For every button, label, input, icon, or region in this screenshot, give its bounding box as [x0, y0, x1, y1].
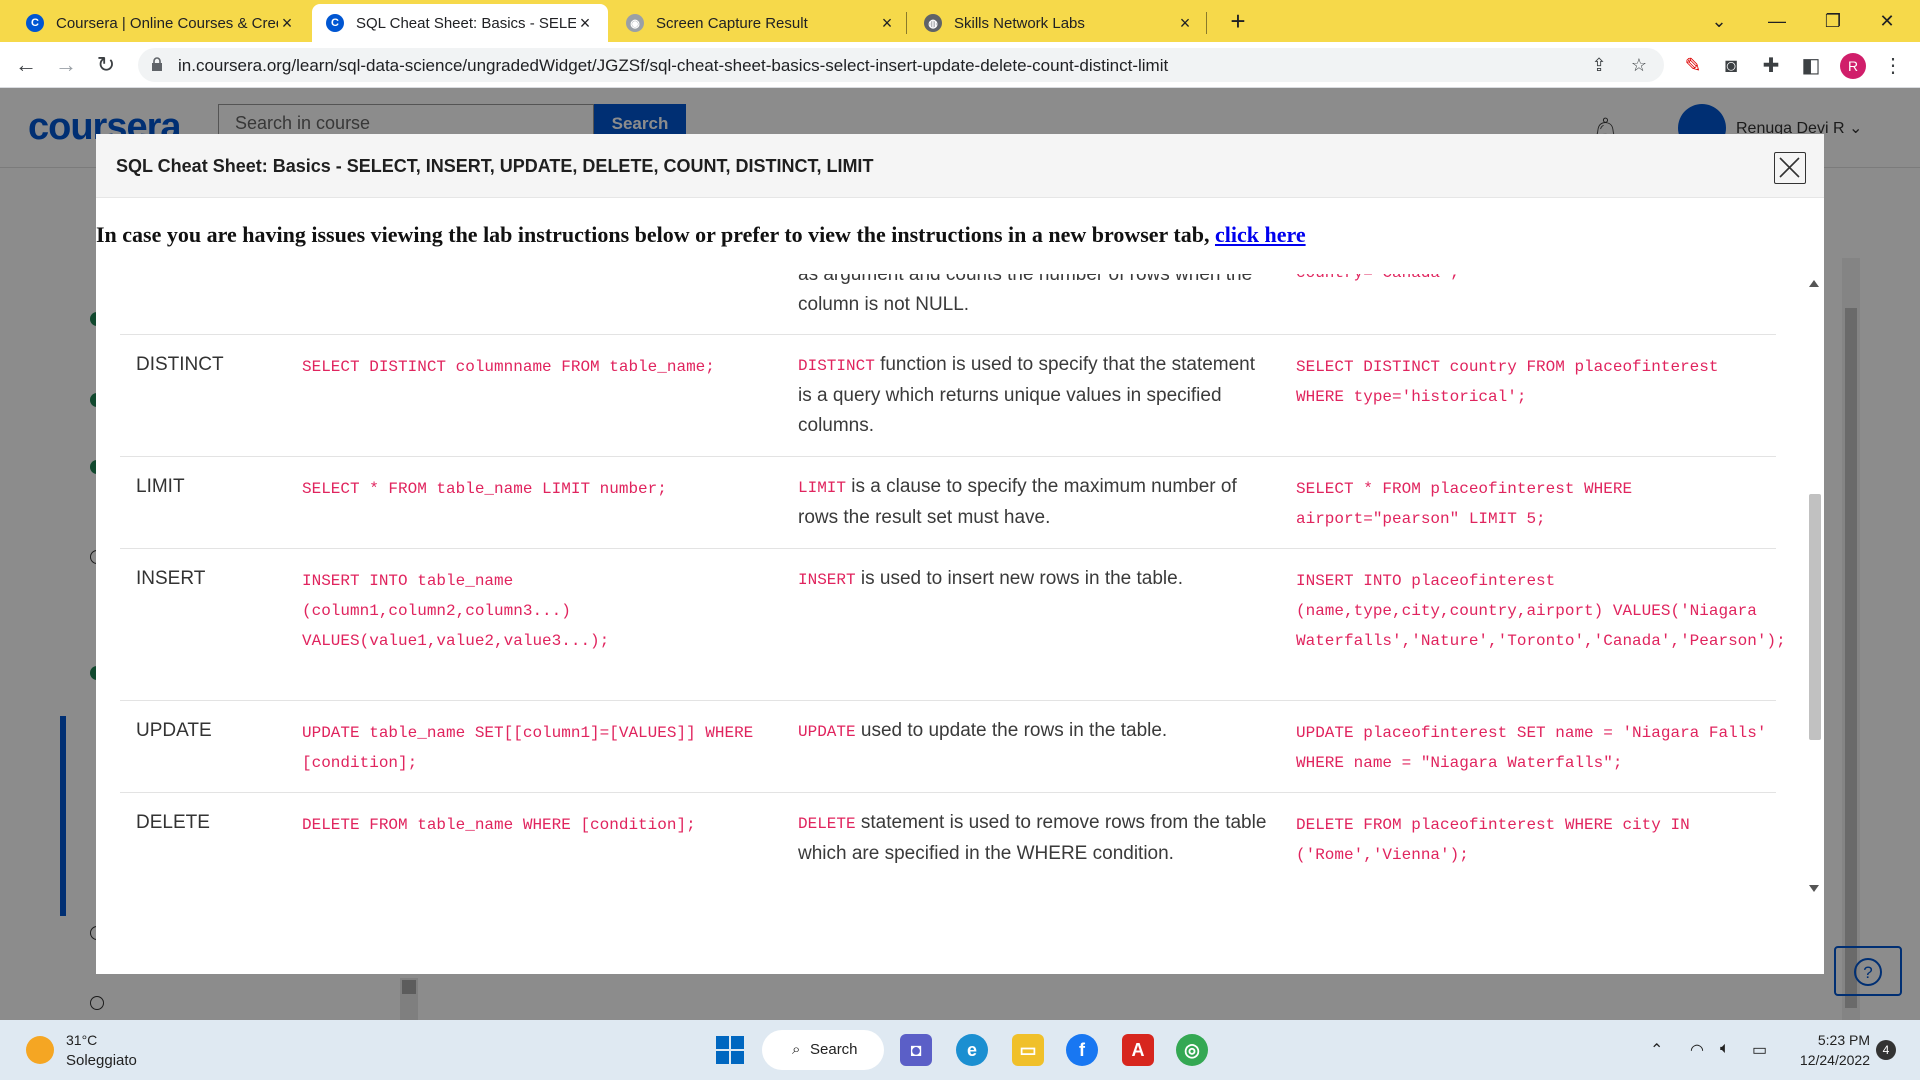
file-explorer-icon[interactable]: ▭: [1012, 1034, 1044, 1066]
tab-title: SQL Cheat Sheet: Basics - SELECT: [356, 14, 576, 32]
windows-start-icon[interactable]: [716, 1036, 744, 1064]
taskbar-clock[interactable]: 5:23 PM 12/24/2022: [1790, 1030, 1870, 1070]
reload-icon[interactable]: ↻: [90, 49, 122, 81]
scroll-up-icon[interactable]: [1809, 280, 1819, 287]
url-text: in.coursera.org/learn/sql-data-science/u…: [178, 56, 1169, 75]
camera-icon: ◉: [626, 14, 644, 32]
facebook-icon[interactable]: f: [1066, 1034, 1098, 1066]
row-description: DISTINCT function is used to specify tha…: [798, 354, 1256, 436]
edge-icon[interactable]: e: [956, 1034, 988, 1066]
notification-badge[interactable]: 4: [1876, 1040, 1896, 1060]
minimize-button[interactable]: —: [1754, 4, 1800, 38]
row-divider: [120, 700, 1776, 701]
lab-modal: SQL Cheat Sheet: Basics - SELECT, INSERT…: [96, 134, 1824, 974]
lock-icon: [152, 57, 162, 71]
scroll-down-icon[interactable]: [1809, 885, 1819, 892]
coursera-icon: C: [326, 14, 344, 32]
share-icon[interactable]: ⇪: [1588, 55, 1610, 77]
tab-title: Skills Network Labs: [954, 14, 1085, 32]
row-syntax: UPDATE table_name SET[[column1]=[VALUES]…: [302, 724, 763, 772]
weather-sun-icon[interactable]: [26, 1036, 54, 1064]
row-description: UPDATE used to update the rows in the ta…: [798, 720, 1168, 741]
clock-time: 5:23 PM: [1817, 1032, 1870, 1048]
close-icon[interactable]: ×: [878, 13, 896, 34]
row-syntax: SELECT * FROM table_name LIMIT number;: [302, 480, 667, 498]
row-divider: [120, 548, 1776, 549]
row-example: SELECT * FROM placeofinterest WHERE airp…: [1296, 480, 1642, 528]
row-command: UPDATE: [136, 720, 212, 741]
scrollbar-thumb[interactable]: [1809, 494, 1821, 740]
address-bar[interactable]: in.coursera.org/learn/sql-data-science/u…: [138, 48, 1664, 82]
modal-close-button[interactable]: [1774, 152, 1806, 184]
frame-scrollbar[interactable]: [1806, 274, 1822, 898]
tab-skills-network[interactable]: ◍ Skills Network Labs ×: [910, 4, 1208, 42]
tab-separator: [1206, 12, 1207, 34]
clock-date: 12/24/2022: [1799, 1052, 1870, 1068]
new-tab-button[interactable]: +: [1222, 6, 1254, 38]
row-command: LIMIT: [136, 476, 185, 497]
row-description: as argument and counts the number of row…: [798, 274, 1253, 315]
windows-taskbar: 31°C Soleggiato ⌕ Search ◘ e ▭ f A ◎ ⌃ ◠ …: [0, 1020, 1920, 1080]
weather-description[interactable]: Soleggiato: [66, 1052, 137, 1069]
tab-separator: [906, 12, 907, 34]
tab-title: Coursera | Online Courses & Cred: [56, 14, 278, 32]
camera-extension-icon[interactable]: ◙: [1718, 53, 1744, 79]
profile-avatar[interactable]: R: [1840, 53, 1866, 79]
row-syntax: SELECT DISTINCT columnname FROM table_na…: [302, 358, 715, 376]
bookmark-star-icon[interactable]: ☆: [1628, 55, 1650, 77]
tab-search-icon[interactable]: ⌄: [1696, 4, 1742, 38]
battery-icon[interactable]: ▭: [1752, 1040, 1767, 1060]
tab-coursera-home[interactable]: C Coursera | Online Courses & Cred ×: [12, 4, 310, 42]
volume-icon[interactable]: 🔈︎: [1720, 1040, 1730, 1058]
browser-toolbar: ← → ↻ in.coursera.org/learn/sql-data-sci…: [0, 42, 1920, 88]
row-description: LIMIT is a clause to specify the maximum…: [798, 476, 1237, 528]
row-syntax: DELETE FROM table_name WHERE [condition]…: [302, 816, 696, 834]
row-divider: [120, 334, 1776, 335]
row-example: DELETE FROM placeofinterest WHERE city I…: [1296, 816, 1700, 864]
back-icon[interactable]: ←: [10, 49, 42, 81]
row-divider: [120, 456, 1776, 457]
close-icon: [1779, 157, 1800, 178]
row-syntax: INSERT INTO table_name (column1,column2,…: [302, 572, 610, 650]
modal-header: SQL Cheat Sheet: Basics - SELECT, INSERT…: [96, 134, 1824, 198]
row-command: DISTINCT: [136, 354, 224, 375]
row-command: DELETE: [136, 812, 210, 833]
row-command: INSERT: [136, 568, 206, 589]
lab-instructions-frame[interactable]: as argument and counts the number of row…: [96, 274, 1824, 898]
open-in-new-tab-link[interactable]: click here: [1215, 222, 1306, 247]
row-description: DELETE statement is used to remove rows …: [798, 812, 1267, 864]
chrome-icon[interactable]: ◎: [1176, 1034, 1208, 1066]
viewing-issue-notice: In case you are having issues viewing th…: [96, 222, 1306, 247]
menu-kebab-icon[interactable]: ⋮: [1880, 53, 1906, 79]
window-close-button[interactable]: ✕: [1864, 4, 1910, 38]
close-icon[interactable]: ×: [1176, 13, 1194, 34]
forward-icon[interactable]: →: [50, 49, 82, 81]
search-icon: ⌕: [792, 1041, 801, 1058]
globe-icon: ◍: [924, 14, 942, 32]
row-description: INSERT is used to insert new rows in the…: [798, 568, 1183, 589]
close-icon[interactable]: ×: [576, 13, 594, 34]
acrobat-icon[interactable]: A: [1122, 1034, 1154, 1066]
restore-button[interactable]: ❐: [1810, 4, 1856, 38]
row-divider: [120, 792, 1776, 793]
show-hidden-icons-icon[interactable]: ⌃: [1650, 1040, 1663, 1060]
weather-temperature[interactable]: 31°C: [66, 1032, 97, 1048]
coursera-icon: C: [26, 14, 44, 32]
extensions-icon[interactable]: ✚: [1758, 53, 1784, 79]
tab-screen-capture[interactable]: ◉ Screen Capture Result ×: [612, 4, 910, 42]
teams-chat-icon[interactable]: ◘: [900, 1034, 932, 1066]
side-panel-icon[interactable]: ◧: [1798, 53, 1824, 79]
row-example: UPDATE placeofinterest SET name = 'Niaga…: [1296, 724, 1777, 772]
tab-sql-cheat-sheet[interactable]: C SQL Cheat Sheet: Basics - SELECT ×: [312, 4, 608, 42]
tab-strip: C Coursera | Online Courses & Cred × C S…: [0, 0, 1920, 42]
modal-title: SQL Cheat Sheet: Basics - SELECT, INSERT…: [116, 156, 874, 176]
pen-extension-icon[interactable]: ✎: [1680, 53, 1706, 79]
wifi-icon[interactable]: ◠: [1690, 1040, 1704, 1060]
close-icon[interactable]: ×: [278, 13, 296, 34]
row-example: country='Canada';: [1296, 274, 1776, 288]
row-example: SELECT DISTINCT country FROM placeofinte…: [1296, 358, 1729, 406]
taskbar-search[interactable]: ⌕ Search: [762, 1030, 884, 1070]
tab-title: Screen Capture Result: [656, 14, 808, 32]
row-example: INSERT INTO placeofinterest (name,type,c…: [1296, 572, 1786, 650]
